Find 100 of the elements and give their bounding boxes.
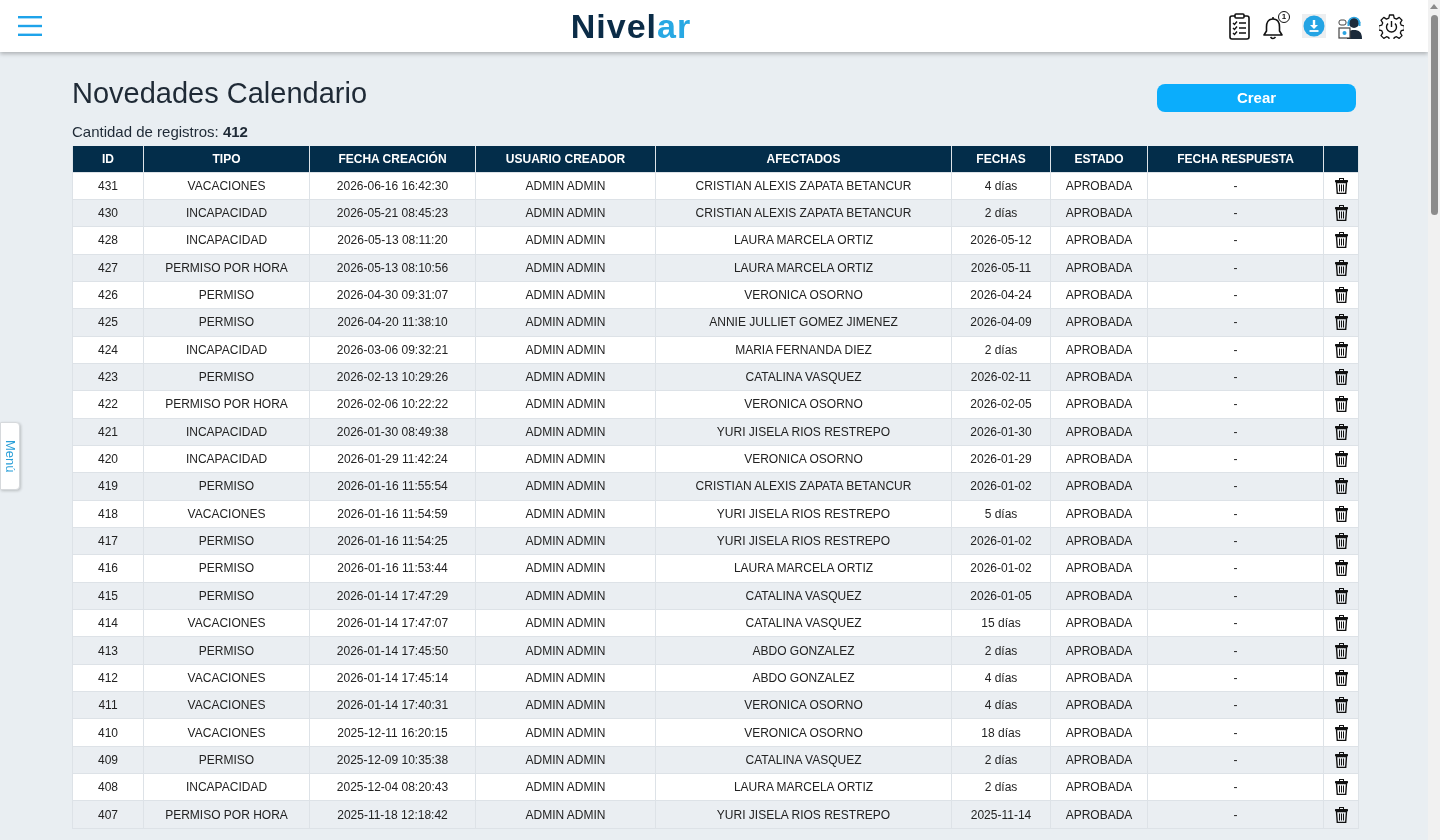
table-cell: -	[1147, 472, 1324, 501]
table-cell: PERMISO	[143, 554, 310, 583]
column-header: ID	[72, 146, 144, 172]
download-icon[interactable]	[1302, 14, 1326, 38]
table-cell: PERMISO POR HORA	[143, 390, 310, 419]
table-cell: -	[1147, 336, 1324, 364]
table-cell: PERMISO	[143, 527, 310, 555]
table-cell: -	[1147, 691, 1324, 719]
table-cell: APROBADA	[1050, 418, 1148, 446]
table-cell: -	[1147, 226, 1324, 255]
delete-icon[interactable]	[1334, 287, 1348, 304]
scrollbar-thumb[interactable]	[1430, 15, 1438, 215]
delete-icon[interactable]	[1334, 314, 1348, 331]
table-cell: MARIA FERNANDA DIEZ	[655, 336, 952, 364]
table-cell: APROBADA	[1050, 636, 1148, 665]
delete-icon[interactable]	[1334, 615, 1348, 632]
table-cell: 2026-04-30 09:31:07	[309, 281, 476, 309]
table-cell: LAURA MARCELA ORTIZ	[655, 226, 952, 255]
table-cell: 2026-01-16 11:54:59	[309, 500, 476, 528]
table-cell: -	[1147, 418, 1324, 446]
page-title: Novedades Calendario	[72, 76, 368, 110]
scroll-up-arrow-icon[interactable]	[1430, 4, 1438, 9]
delete-icon[interactable]	[1334, 232, 1348, 249]
table-cell: INCAPACIDAD	[143, 773, 310, 801]
table-cell: 2 días	[951, 636, 1051, 665]
delete-icon[interactable]	[1334, 560, 1348, 577]
delete-icon[interactable]	[1334, 369, 1348, 386]
table-cell: ABDO GONZALEZ	[655, 636, 952, 665]
column-header: USUARIO CREADOR	[475, 146, 656, 172]
delete-icon[interactable]	[1334, 205, 1348, 221]
delete-icon[interactable]	[1334, 533, 1348, 550]
table-cell: ADMIN ADMIN	[475, 718, 656, 747]
table-cell: 2025-12-09 10:35:38	[309, 746, 476, 774]
table-cell: APROBADA	[1050, 554, 1148, 583]
delete-icon[interactable]	[1334, 751, 1348, 768]
menu-icon[interactable]	[18, 16, 42, 36]
delete-icon[interactable]	[1334, 478, 1348, 495]
table-cell: INCAPACIDAD	[143, 336, 310, 364]
table-cell: CRISTIAN ALEXIS ZAPATA BETANCUR	[655, 199, 952, 227]
delete-icon[interactable]	[1334, 806, 1348, 823]
delete-icon[interactable]	[1334, 451, 1348, 468]
table-cell: PERMISO	[143, 582, 310, 610]
table-cell: ADMIN ADMIN	[475, 390, 656, 419]
table-cell: 412	[72, 664, 144, 692]
table-cell: VACACIONES	[143, 609, 310, 637]
delete-icon[interactable]	[1334, 396, 1348, 413]
table-cell: 5 días	[951, 500, 1051, 528]
table-cell: APROBADA	[1050, 746, 1148, 774]
delete-icon[interactable]	[1334, 697, 1348, 714]
table-cell: ADMIN ADMIN	[475, 636, 656, 665]
delete-icon[interactable]	[1334, 423, 1348, 440]
create-button[interactable]: Crear	[1157, 84, 1356, 112]
table-cell: VACACIONES	[143, 691, 310, 719]
delete-icon[interactable]	[1334, 642, 1348, 659]
table-cell: 2026-06-16 16:42:30	[309, 172, 476, 200]
table-cell: 2026-01-14 17:47:29	[309, 582, 476, 610]
delete-icon[interactable]	[1334, 724, 1348, 741]
scrollbar[interactable]	[1428, 0, 1440, 840]
table-cell: VACACIONES	[143, 500, 310, 528]
menu-side-tab[interactable]: Menú	[0, 422, 20, 490]
table-cell: APROBADA	[1050, 254, 1148, 282]
table-cell: 2026-02-13 10:29:26	[309, 363, 476, 391]
delete-icon[interactable]	[1334, 177, 1348, 194]
table-cell: ADMIN ADMIN	[475, 664, 656, 692]
table-cell: LAURA MARCELA ORTIZ	[655, 554, 952, 583]
table-cell: 2 días	[951, 773, 1051, 801]
table-cell: APROBADA	[1050, 390, 1148, 419]
table-cell: PERMISO POR HORA	[143, 254, 310, 282]
delete-icon[interactable]	[1334, 505, 1348, 522]
column-header: TIPO	[143, 146, 310, 172]
table-cell: 2025-11-14	[951, 800, 1051, 829]
table-cell: INCAPACIDAD	[143, 199, 310, 227]
table-cell: 4 días	[951, 691, 1051, 719]
table-cell: ADMIN ADMIN	[475, 800, 656, 829]
table-cell: 15 días	[951, 609, 1051, 637]
table-cell: ADMIN ADMIN	[475, 281, 656, 309]
table-cell: APROBADA	[1050, 718, 1148, 747]
table-cell: VERONICA OSORNO	[655, 691, 952, 719]
delete-icon[interactable]	[1334, 779, 1348, 796]
table-cell: VERONICA OSORNO	[655, 281, 952, 309]
table-cell: 409	[72, 746, 144, 774]
table-cell: LAURA MARCELA ORTIZ	[655, 254, 952, 282]
table-cell: ADMIN ADMIN	[475, 500, 656, 528]
logo: Nivelar	[570, 7, 692, 45]
table-cell: 419	[72, 472, 144, 501]
table-cell: -	[1147, 308, 1324, 337]
table-cell: INCAPACIDAD	[143, 226, 310, 255]
table-cell: -	[1147, 554, 1324, 583]
delete-icon[interactable]	[1334, 341, 1348, 358]
delete-icon[interactable]	[1334, 259, 1348, 276]
table-cell: 2026-03-06 09:32:21	[309, 336, 476, 364]
table-cell: CATALINA VASQUEZ	[655, 609, 952, 637]
clipboard-checklist-icon[interactable]	[1229, 12, 1250, 40]
bell-icon[interactable]	[1262, 15, 1284, 40]
delete-icon[interactable]	[1334, 587, 1348, 604]
table-cell: APROBADA	[1050, 445, 1148, 473]
table-cell: -	[1147, 664, 1324, 692]
settings-icon[interactable]	[1379, 13, 1404, 39]
table-cell: APROBADA	[1050, 363, 1148, 391]
delete-icon[interactable]	[1334, 669, 1348, 686]
